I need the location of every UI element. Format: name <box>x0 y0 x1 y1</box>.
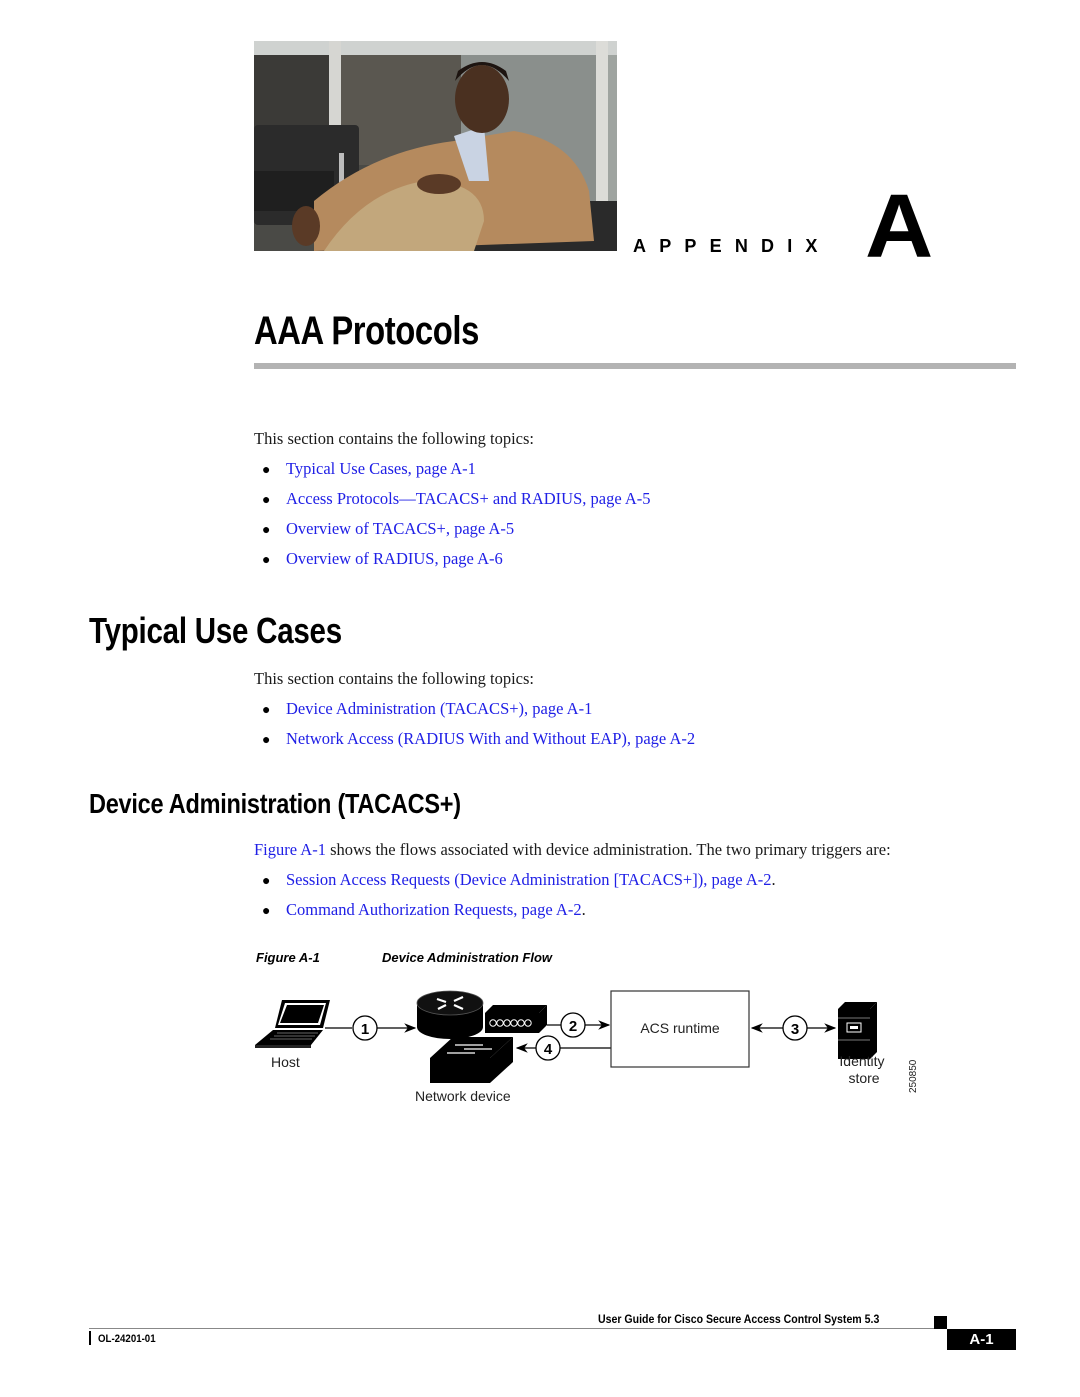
device-admin-paragraph: Figure A-1 shows the flows associated wi… <box>254 840 891 860</box>
chapter-topic-link[interactable]: Overview of TACACS+, page A-5 <box>286 519 514 538</box>
bullet-icon: ● <box>262 493 271 508</box>
appendix-letter: A <box>865 177 934 277</box>
footer-tick <box>89 1331 91 1345</box>
chapter-topic-item: ● Access Protocols—TACACS+ and RADIUS, pa… <box>262 489 651 511</box>
figure-reference-link[interactable]: Figure A-1 <box>254 840 326 859</box>
title-rule <box>254 363 1016 369</box>
figure-title: Device Administration Flow <box>382 950 552 965</box>
bullet-icon: ● <box>262 874 271 889</box>
trigger-link[interactable]: Session Access Requests (Device Administ… <box>286 870 772 889</box>
step-1-label: 1 <box>361 1021 369 1038</box>
section-topic-item: ● Device Administration (TACACS+), page A… <box>262 699 592 721</box>
header-photo <box>254 41 617 251</box>
network-device-label: Network device <box>415 1088 511 1104</box>
chapter-topic-link[interactable]: Overview of RADIUS, page A-6 <box>286 549 503 568</box>
figure-id: 250850 <box>908 1059 919 1093</box>
bullet-icon: ● <box>262 733 271 748</box>
device-administration-flow-diagram: Host 1 Network device 2 4 ACS runtime 3 … <box>255 990 919 1104</box>
section-heading-typical-use-cases: Typical Use Cases <box>89 610 342 651</box>
step-3-label: 3 <box>791 1021 799 1038</box>
trigger-item: ● Session Access Requests (Device Adminis… <box>262 870 776 892</box>
chapter-topic-item: ● Typical Use Cases, page A-1 <box>262 459 476 481</box>
chapter-topic-link[interactable]: Typical Use Cases, page A-1 <box>286 459 476 478</box>
chapter-title: AAA Protocols <box>254 309 479 353</box>
footer-page-number: A-1 <box>947 1329 1016 1350</box>
bullet-icon: ● <box>262 904 271 919</box>
section-topic-link[interactable]: Device Administration (TACACS+), page A-… <box>286 699 592 718</box>
paragraph-text: shows the flows associated with device a… <box>325 840 891 859</box>
server-icon <box>838 1002 877 1059</box>
hub-icon <box>485 1005 547 1033</box>
section-intro: This section contains the following topi… <box>254 669 535 688</box>
trigger-link[interactable]: Command Authorization Requests, page A-2 <box>286 900 582 919</box>
chapter-topic-link[interactable]: Access Protocols—TACACS+ and RADIUS, pag… <box>286 489 651 508</box>
chapter-topic-item: ● Overview of TACACS+, page A-5 <box>262 519 514 541</box>
switch-icon <box>430 1037 513 1083</box>
appendix-label: APPENDIX <box>633 236 831 256</box>
footer-marker <box>934 1316 947 1329</box>
chapter-topic-item: ● Overview of RADIUS, page A-6 <box>262 549 503 571</box>
identity-store-label-line2: store <box>848 1070 879 1086</box>
footer-guide-title: User Guide for Cisco Secure Access Contr… <box>598 1312 880 1326</box>
acs-runtime-label: ACS runtime <box>640 1020 720 1036</box>
footer-rule <box>89 1328 934 1329</box>
bullet-icon: ● <box>262 703 271 718</box>
trigger-suffix: . <box>771 870 776 889</box>
section-topic-link[interactable]: Network Access (RADIUS With and Without … <box>286 729 695 748</box>
laptop-icon <box>255 1000 330 1048</box>
identity-store-label-line1: Identity <box>839 1053 884 1069</box>
router-icon <box>416 990 484 1039</box>
section-heading-device-administration: Device Administration (TACACS+) <box>89 788 461 819</box>
trigger-item: ● Command Authorization Requests, page A-… <box>262 900 586 922</box>
section-topic-item: ● Network Access (RADIUS With and Without… <box>262 729 695 751</box>
step-2-label: 2 <box>569 1018 577 1035</box>
bullet-icon: ● <box>262 553 271 568</box>
footer-doc-number: OL-24201-01 <box>98 1333 156 1345</box>
figure-number: Figure A-1 <box>256 950 320 965</box>
step-4-label: 4 <box>544 1041 553 1058</box>
host-label: Host <box>271 1054 300 1070</box>
bullet-icon: ● <box>262 463 271 478</box>
trigger-suffix: . <box>581 900 586 919</box>
chapter-intro: This section contains the following topi… <box>254 429 535 448</box>
bullet-icon: ● <box>262 523 271 538</box>
